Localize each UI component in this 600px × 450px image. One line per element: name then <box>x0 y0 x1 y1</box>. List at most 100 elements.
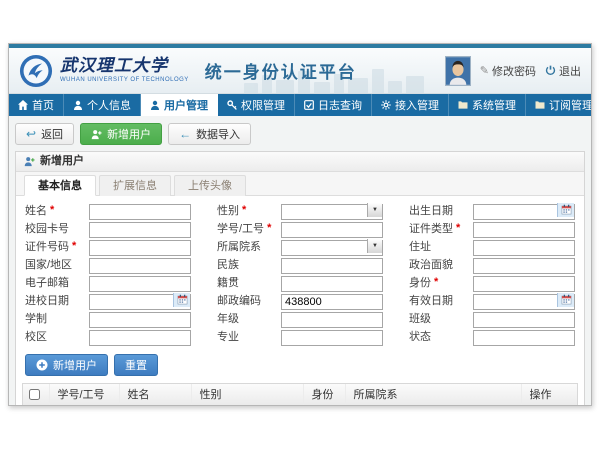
form-field: 籍贯 <box>217 273 383 290</box>
form-field: 学号/工号* <box>217 219 383 236</box>
campus-input[interactable] <box>89 330 191 346</box>
column-header-identity: 身份 <box>303 384 345 405</box>
table-empty-row <box>23 405 577 406</box>
form-field: 身份* <box>409 273 575 290</box>
add-user-submit-button[interactable]: 新增用户 <box>25 354 108 376</box>
power-icon <box>545 65 556 76</box>
back-button-label: 返回 <box>41 126 63 142</box>
tab-basic-info[interactable]: 基本信息 <box>24 175 96 196</box>
log-icon <box>304 100 314 110</box>
form-field: 进校日期 <box>25 291 191 308</box>
form-field: 年级 <box>217 309 383 326</box>
select-all-checkbox[interactable] <box>29 389 40 400</box>
app-header: 武汉理工大学 WUHAN UNIVERSITY OF TECHNOLOGY 统一… <box>9 48 591 94</box>
postal-code-input[interactable] <box>281 294 383 310</box>
required-marker: * <box>434 276 438 288</box>
header-user-area: ✎ 修改密码 退出 <box>445 56 581 86</box>
folder-icon <box>458 100 468 110</box>
field-label: 证件类型 <box>409 220 453 236</box>
platform-title: 统一身份认证平台 <box>205 58 357 83</box>
native-place-input[interactable] <box>281 276 383 292</box>
schooling-length-input[interactable] <box>89 312 191 328</box>
back-button[interactable]: ↩ 返回 <box>15 123 74 145</box>
field-label: 专业 <box>217 328 239 344</box>
change-password-link[interactable]: ✎ 修改密码 <box>480 63 536 79</box>
user-avatar <box>445 56 471 86</box>
identity-input[interactable] <box>473 276 575 292</box>
app-window: 武汉理工大学 WUHAN UNIVERSITY OF TECHNOLOGY 统一… <box>8 43 592 406</box>
form-field: 校园卡号 <box>25 219 191 236</box>
form-field: 住址 <box>409 237 575 254</box>
form-row: 校区 专业 状态 <box>25 327 575 344</box>
university-name-block: 武汉理工大学 WUHAN UNIVERSITY OF TECHNOLOGY <box>60 58 189 83</box>
data-import-button[interactable]: ← 数据导入 <box>168 123 251 145</box>
field-label: 所属院系 <box>217 238 261 254</box>
country-region-input[interactable] <box>89 258 191 274</box>
panel-title: 新增用户 <box>40 152 84 171</box>
form-row: 校园卡号 学号/工号* 证件类型 * <box>25 219 575 236</box>
nav-item-permission-management[interactable]: 权限管理 <box>218 94 295 116</box>
tab-upload-avatar[interactable]: 上传头像 <box>174 175 246 196</box>
nav-item-access-management[interactable]: 接入管理 <box>372 94 449 116</box>
nav-item-user-management[interactable]: 用户管理 <box>141 94 218 116</box>
tab-extended-info[interactable]: 扩展信息 <box>99 175 171 196</box>
nav-label: 个人信息 <box>87 97 131 113</box>
home-icon <box>18 100 28 110</box>
chevron-down-icon[interactable]: ▼ <box>367 203 382 217</box>
nav-item-subscription-management[interactable]: 订阅管理 <box>526 94 592 116</box>
form-field: 有效日期 <box>409 291 575 308</box>
nav-item-log-query[interactable]: 日志查询 <box>295 94 372 116</box>
field-label: 电子邮箱 <box>25 274 69 290</box>
student-id-input[interactable] <box>281 222 383 238</box>
user-plus-icon <box>24 156 35 167</box>
user-table: 学号/工号 姓名 性别 身份 所属院系 操作 <box>22 383 578 406</box>
calendar-icon[interactable] <box>557 293 574 307</box>
email-input[interactable] <box>89 276 191 292</box>
add-user-toolbar-button[interactable]: 新增用户 <box>80 123 162 145</box>
required-marker: * <box>267 222 271 234</box>
id-type-input[interactable] <box>473 222 575 238</box>
major-input[interactable] <box>281 330 383 346</box>
import-arrow-icon: ← <box>179 128 191 140</box>
address-input[interactable] <box>473 240 575 256</box>
status-input[interactable] <box>473 330 575 346</box>
gear-icon <box>381 100 391 110</box>
field-label: 邮政编码 <box>217 292 261 308</box>
political-status-input[interactable] <box>473 258 575 274</box>
field-label: 姓名 <box>25 202 47 218</box>
column-header-operation: 操作 <box>521 384 577 405</box>
nav-item-system-management[interactable]: 系统管理 <box>449 94 526 116</box>
field-label: 状态 <box>409 328 431 344</box>
toolbar: ↩ 返回 新增用户 ← 数据导入 <box>15 123 585 145</box>
form-row: 进校日期 邮政编码 有效日期 <box>25 291 575 308</box>
table-header-row: 学号/工号 姓名 性别 身份 所属院系 操作 <box>23 384 577 405</box>
field-label: 证件号码 <box>25 238 69 254</box>
form-row: 电子邮箱 籍贯 身份* <box>25 273 575 290</box>
basic-info-form: 姓名* 性别* ▼ 出生日期 <box>16 196 584 348</box>
form-field: 状态 <box>409 327 575 344</box>
nav-label: 权限管理 <box>241 97 285 113</box>
id-number-input[interactable] <box>89 240 191 256</box>
page: 武汉理工大学 WUHAN UNIVERSITY OF TECHNOLOGY 统一… <box>0 0 600 450</box>
field-label: 政治面貌 <box>409 256 453 272</box>
grade-input[interactable] <box>281 312 383 328</box>
form-field: 民族 <box>217 255 383 272</box>
form-field: 邮政编码 <box>217 291 383 308</box>
class-input[interactable] <box>473 312 575 328</box>
reset-button[interactable]: 重置 <box>114 354 158 376</box>
add-user-panel: 新增用户 基本信息 扩展信息 上传头像 姓名* 性别* <box>15 151 585 406</box>
nav-item-home[interactable]: 首页 <box>9 94 64 116</box>
name-input[interactable] <box>89 204 191 220</box>
form-field: 性别* ▼ <box>217 201 383 218</box>
ethnicity-input[interactable] <box>281 258 383 274</box>
nav-label: 接入管理 <box>395 97 439 113</box>
calendar-icon[interactable] <box>173 293 190 307</box>
campus-card-input[interactable] <box>89 222 191 238</box>
logout-link[interactable]: 退出 <box>545 63 581 79</box>
column-header-name: 姓名 <box>119 384 191 405</box>
user-plus-icon <box>91 129 102 140</box>
chevron-down-icon[interactable]: ▼ <box>367 239 382 253</box>
calendar-icon[interactable] <box>557 203 574 217</box>
nav-item-personal-info[interactable]: 个人信息 <box>64 94 141 116</box>
field-label: 国家/地区 <box>25 256 72 272</box>
